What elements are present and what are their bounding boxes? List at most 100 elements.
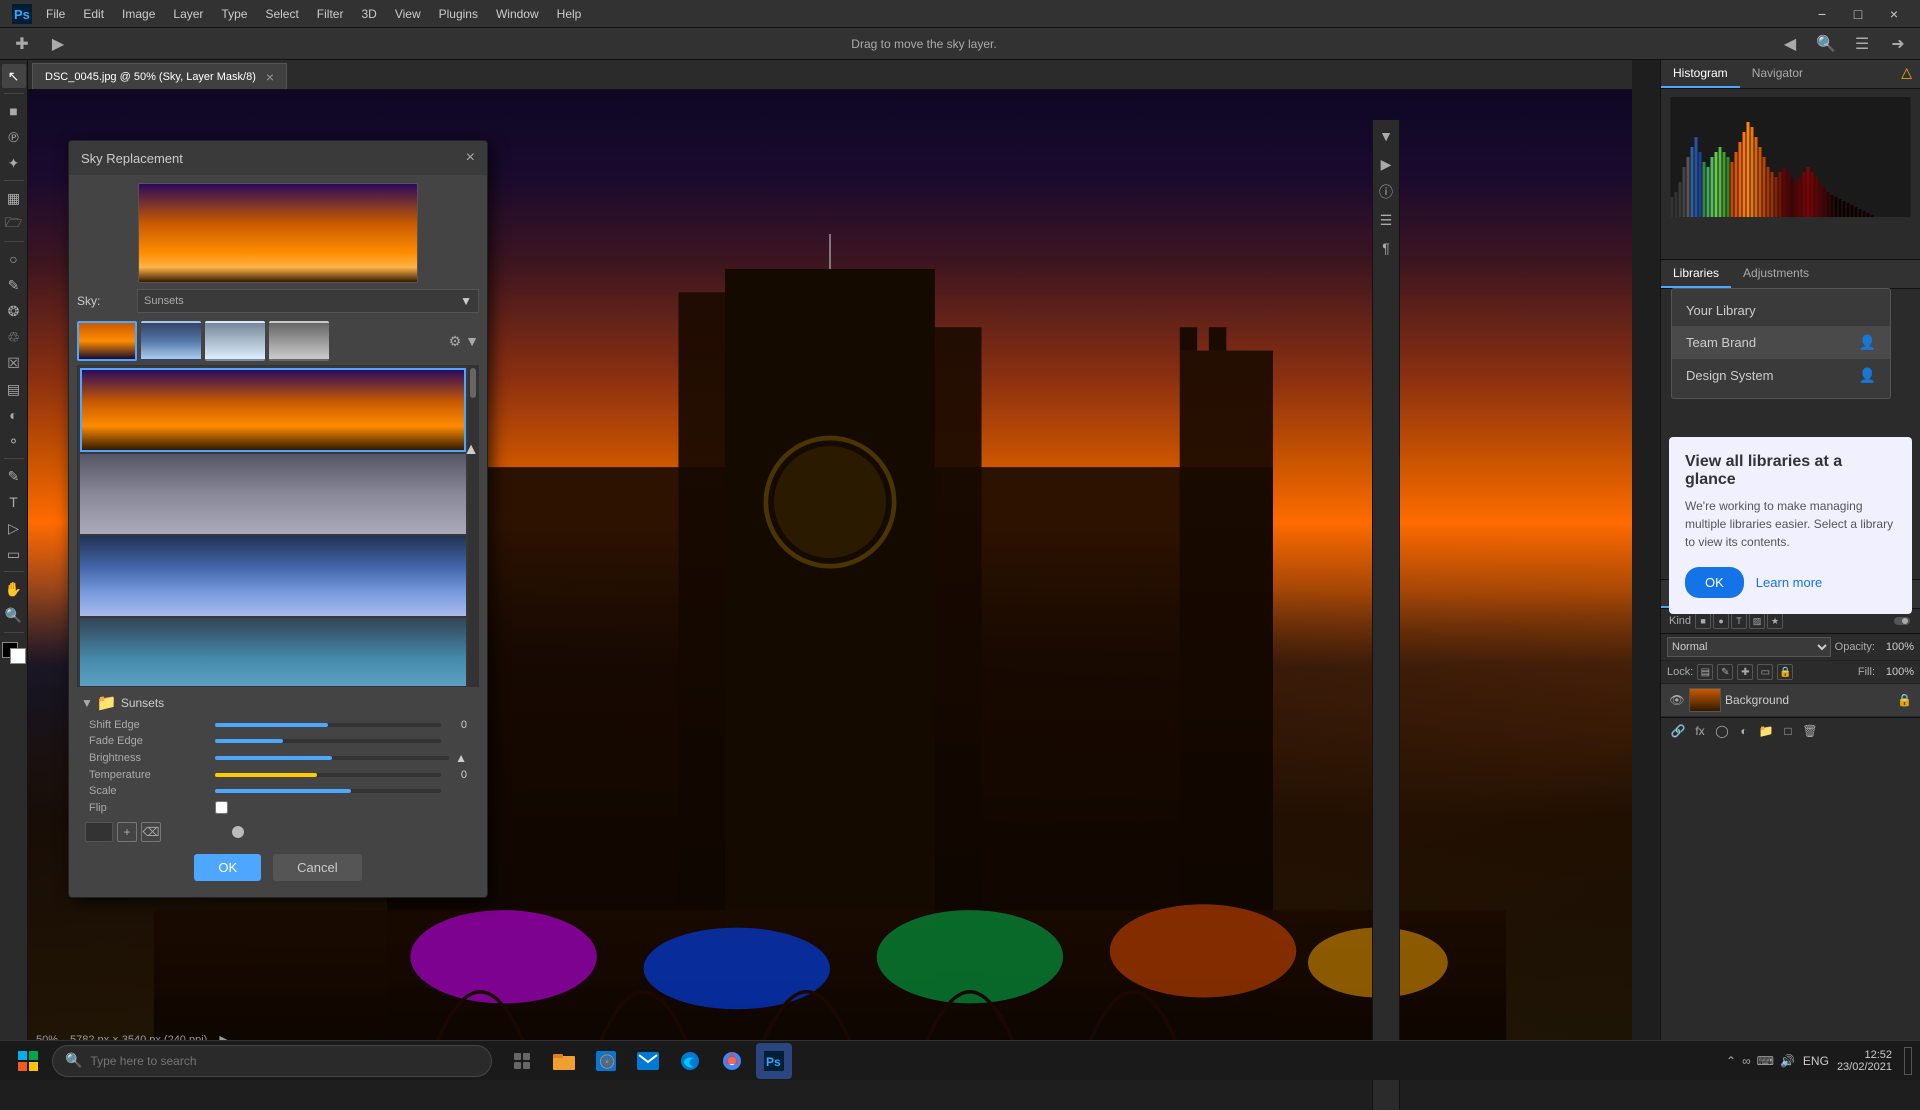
paragraph-icon[interactable]: ¶ [1374,236,1398,260]
blur-tool[interactable]: ◐ [2,403,26,427]
sky-thumb-overcast[interactable] [269,321,329,361]
design-system-item[interactable]: Design System 👤 [1672,359,1890,392]
menu-image[interactable]: Image [114,3,163,25]
sky-item-blue[interactable] [80,536,466,616]
edge-button[interactable] [672,1043,708,1079]
chrome-button[interactable] [714,1043,750,1079]
options-icon-2[interactable]: ▶ [44,30,72,58]
sky-thumb-sunset[interactable] [77,321,137,361]
lock-position-icon[interactable]: ✚ [1737,664,1753,680]
close-button[interactable]: × [1876,0,1912,28]
sky-thumb-clear[interactable] [205,321,265,361]
eyedropper-tool[interactable]: 🗁 [2,212,26,236]
brightness-up[interactable]: ▲ [455,751,467,765]
language-badge[interactable]: ENG [1803,1054,1829,1068]
gear-icon[interactable]: ⚙ ▼ [449,333,479,350]
lock-pixels-icon[interactable]: ✎ [1717,664,1733,680]
eraser-tool[interactable]: ☒ [2,351,26,375]
layer-effects-icon[interactable]: fx [1691,722,1709,740]
menu-edit[interactable]: Edit [75,3,112,25]
properties-icon[interactable]: ☰ [1374,208,1398,232]
taskbar-search-box[interactable]: 🔍 [52,1045,492,1077]
search-icon[interactable]: 🔍 [1812,30,1840,58]
sky-thumb-cloudy[interactable] [141,321,201,361]
history-brush-tool[interactable]: ♲ [2,325,26,349]
menu-select[interactable]: Select [257,3,306,25]
menu-view[interactable]: View [387,3,429,25]
text-tool[interactable]: T [2,490,26,514]
sunsets-group-header[interactable]: ▼ 📁 Sunsets [77,687,479,719]
path-select-tool[interactable]: ▷ [2,516,26,540]
lock-artboard-icon[interactable]: ▭ [1757,664,1773,680]
menu-window[interactable]: Window [488,3,547,25]
histogram-tab[interactable]: Histogram [1661,60,1740,88]
battery-icon[interactable]: ⌨ [1757,1054,1774,1068]
sky-delete-button[interactable]: ⌫ [141,822,161,842]
add-mask-icon[interactable]: ◯ [1713,722,1731,740]
magic-wand-tool[interactable]: ✦ [2,151,26,175]
sky-folder-thumb[interactable] [85,822,113,842]
menu-plugins[interactable]: Plugins [431,3,486,25]
layer-visibility-toggle[interactable]: 👁 [1669,692,1685,708]
dialog-close-button[interactable]: × [466,149,475,167]
opacity-value[interactable]: 100% [1879,641,1914,653]
task-view-button[interactable] [504,1043,540,1079]
background-color[interactable] [10,648,26,664]
menu-type[interactable]: Type [213,3,255,25]
navigator-tab[interactable]: Navigator [1740,60,1815,88]
sky-item-cloudy[interactable] [80,454,466,534]
adjustments-tab[interactable]: Adjustments [1731,260,1821,288]
workspace-icon[interactable]: ☰ [1848,30,1876,58]
fill-value[interactable]: 100% [1879,666,1914,678]
clone-stamp-tool[interactable]: ❂ [2,299,26,323]
selection-tool[interactable]: ■ [2,99,26,123]
tray-arrow-icon[interactable]: ⌃ [1726,1054,1736,1068]
lock-transparency-icon[interactable]: ▤ [1697,664,1713,680]
taskbar-search-input[interactable] [90,1054,479,1068]
footer-slider-thumb[interactable] [232,826,244,838]
fade-edge-slider[interactable] [215,739,441,743]
system-clock[interactable]: 12:52 23/02/2021 [1837,1049,1892,1073]
scale-slider[interactable] [215,789,441,793]
lasso-tool[interactable]: ℗ [2,125,26,149]
move-tool[interactable]: ↖ [2,64,26,88]
sky-scroll-list[interactable] [78,366,468,686]
temperature-slider[interactable] [215,773,441,777]
menu-filter[interactable]: Filter [309,3,352,25]
dialog-header[interactable]: Sky Replacement × [69,141,487,175]
network-icon[interactable]: ∞ [1742,1054,1751,1068]
share-icon[interactable]: ➜ [1884,30,1912,58]
team-brand-item[interactable]: Team Brand 👤 [1672,326,1890,359]
maximize-button[interactable]: □ [1840,0,1876,28]
shift-edge-slider[interactable] [215,723,441,727]
hand-tool[interactable]: ✋ [2,577,26,601]
libraries-tab[interactable]: Libraries [1661,260,1731,288]
file-explorer-button[interactable] [546,1043,582,1079]
cancel-button[interactable]: Cancel [273,854,361,881]
zoom-tool[interactable]: 🔍 [2,603,26,627]
layer-background-item[interactable]: 👁 Background 🔒 [1661,684,1920,717]
brush-tool[interactable]: ✎ [2,273,26,297]
move-tool-icon[interactable]: ✚ [8,30,36,58]
link-layers-icon[interactable]: 🔗 [1669,722,1687,740]
dodge-tool[interactable]: ⚬ [2,429,26,453]
ok-button[interactable]: OK [194,854,261,881]
start-button[interactable] [8,1041,48,1081]
brightness-slider[interactable] [215,756,449,760]
sound-icon[interactable]: 🔊 [1780,1054,1795,1068]
minimize-button[interactable]: − [1804,0,1840,28]
layer-mode-dropdown[interactable]: Normal [1667,637,1831,657]
crop-tool[interactable]: ▦ [2,186,26,210]
library-learn-more-button[interactable]: Learn more [1756,575,1822,590]
photoshop-button[interactable]: Ps [756,1043,792,1079]
gradient-tool[interactable]: ▤ [2,377,26,401]
history-panel-icon[interactable]: ▼ [1374,124,1398,148]
sky-dropdown[interactable]: Sunsets ▼ [137,289,479,313]
store-button[interactable]: 🛞 [588,1043,624,1079]
healing-tool[interactable]: ○ [2,247,26,271]
menu-layer[interactable]: Layer [165,3,211,25]
info-icon[interactable]: ⓘ [1374,180,1398,204]
sky-item-dark[interactable] [80,618,466,686]
document-tab[interactable]: DSC_0045.jpg @ 50% (Sky, Layer Mask/8) × [32,63,287,89]
scroll-up-button[interactable]: ▲ [463,441,479,459]
